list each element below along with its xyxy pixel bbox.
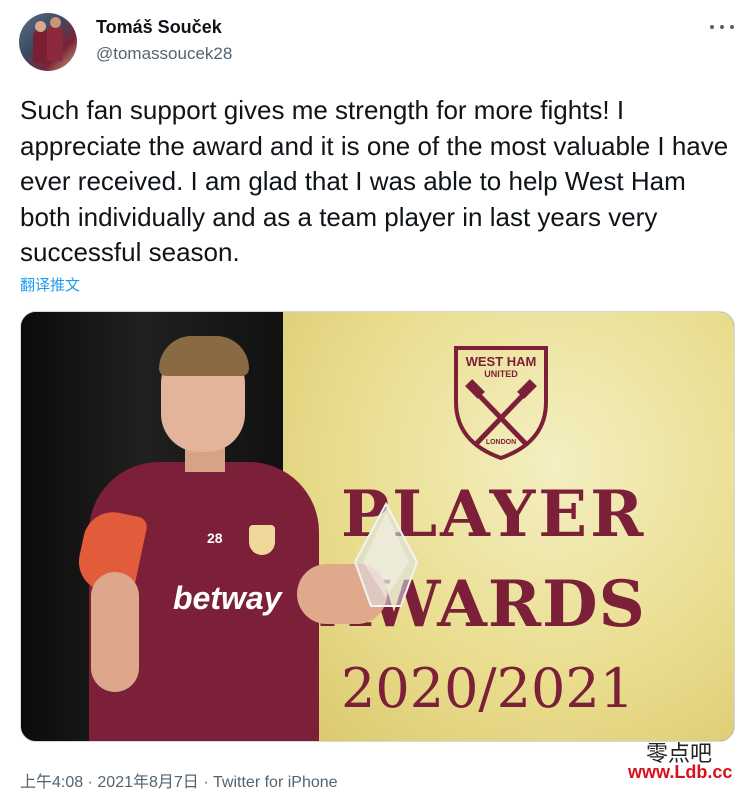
tweet-timestamp: 上午4:08 · 2021年8月7日 · Twitter for iPhone — [20, 768, 338, 792]
trophy-icon — [353, 502, 419, 607]
author-avatar[interactable] — [19, 13, 77, 71]
meta-separator: · — [203, 774, 209, 791]
crest-name: WEST HAM — [465, 354, 537, 369]
tweet-text: Such fan support gives me strength for m… — [20, 95, 729, 267]
tweet-card: Tomáš Souček @tomassoucek28 Such fan sup… — [0, 0, 750, 791]
tweet-time[interactable]: 上午4:08 — [20, 774, 83, 791]
crest-subtitle: UNITED — [484, 369, 518, 379]
shirt-sponsor: betway — [173, 580, 282, 616]
player-figure: 28 betway — [73, 332, 419, 741]
shirt-number: 28 — [207, 530, 223, 546]
player-hair — [159, 336, 249, 376]
meta-separator: · — [87, 774, 93, 791]
avatar-figure-head — [50, 17, 61, 28]
author-handle[interactable]: @tomassoucek28 — [96, 44, 232, 64]
backdrop-season: 2020/2021 — [341, 657, 635, 720]
avatar-figure-head — [35, 21, 46, 32]
crest-city: LONDON — [485, 439, 517, 446]
avatar-figure — [47, 25, 63, 61]
author-display-name[interactable]: Tomáš Souček — [96, 17, 222, 38]
more-horizontal-icon[interactable] — [708, 17, 736, 37]
shirt-badge-icon — [249, 525, 275, 555]
player-arm — [91, 572, 139, 692]
watermark-url: www.Ldb.cc — [628, 762, 733, 782]
translate-tweet-link[interactable]: 翻译推文 — [20, 274, 80, 295]
tweet-source-app[interactable]: Twitter for iPhone — [213, 774, 338, 791]
tweet-date[interactable]: 2021年8月7日 — [97, 774, 198, 791]
tweet-photo[interactable]: WEST HAM UNITED LONDON PLAYER AWARDS 202… — [20, 311, 735, 742]
